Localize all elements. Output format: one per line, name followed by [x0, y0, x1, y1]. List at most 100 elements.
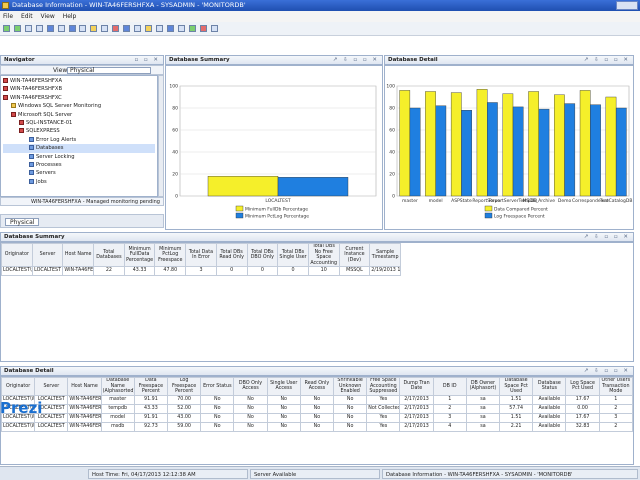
column-header[interactable]: Minimum PctLog Freespace [154, 242, 187, 268]
export-icon[interactable] [177, 25, 185, 32]
bar [564, 103, 576, 197]
save-icon[interactable] [46, 25, 54, 32]
detail-table-panel: Database Detail ↗ ⇩ ▫ ▫ ✕ Originator Serv… [0, 366, 634, 465]
column-header[interactable]: Host Name [62, 242, 95, 268]
column-header[interactable]: Sample Timestamp [369, 242, 401, 268]
tree-item[interactable]: Databases [3, 144, 155, 153]
tree-item[interactable]: SQL-INSTANCE-01 [3, 119, 155, 127]
alert-icon[interactable] [144, 25, 152, 32]
column-header[interactable]: Shrinkable Unknown Enabled [333, 377, 368, 396]
column-header[interactable]: Log Freespace Percent [167, 377, 202, 396]
navigator-footer-item[interactable]: WIN-TA46FERSHFXA - Managed monitoring pe… [0, 197, 164, 206]
tree-item[interactable]: Processes [3, 161, 155, 169]
panel-controls[interactable]: ↗ ⇩ ▫ ▫ ✕ [584, 367, 630, 376]
panel-controls[interactable]: ▫ ▫ ✕ [134, 56, 160, 65]
column-header[interactable]: Server [34, 377, 69, 396]
tree-item[interactable]: WIN-TA46FERSHFXC [3, 94, 155, 102]
column-header[interactable]: Error Status [200, 377, 235, 396]
column-header[interactable]: Other Users Transaction Mode [598, 377, 633, 396]
y-tick-label: 40 [172, 150, 178, 156]
help-icon[interactable] [210, 25, 218, 32]
tree-item[interactable]: Jobs [3, 178, 155, 186]
table-row[interactable]: LOCALTEST\WIN-TA46FERSHFXBLOCALTESTWIN-T… [1, 412, 633, 423]
column-header[interactable]: Database Status [532, 377, 567, 396]
column-header[interactable]: Total DBs Read Only [215, 242, 248, 268]
delete-icon[interactable] [199, 25, 207, 32]
y-tick-label: 100 [169, 84, 178, 90]
tree-item[interactable]: Server Locking [3, 153, 155, 161]
run-icon[interactable] [188, 25, 196, 32]
panel-controls[interactable]: ↗ ⇩ ▫ ▫ ✕ [333, 56, 379, 65]
table-cell: Available [532, 421, 567, 432]
table-cell: 43.33 [123, 266, 156, 277]
menu-edit[interactable]: Edit [21, 13, 33, 20]
table-cell: Available [532, 412, 567, 423]
tree-scrollbar[interactable] [158, 75, 164, 197]
column-header[interactable]: Minimum FullData Percentage [123, 242, 156, 268]
table-cell: 3 [432, 412, 467, 423]
menu-file[interactable]: File [3, 13, 13, 20]
column-header[interactable]: Total DBs No Free Space Accounting [307, 242, 340, 268]
tree-item[interactable]: WIN-TA46FERSHFXA [3, 77, 155, 85]
column-header[interactable]: Total Databases [93, 242, 125, 268]
search-icon[interactable] [134, 25, 142, 32]
view-select[interactable]: Physical [67, 67, 151, 74]
column-header[interactable]: Single User Access [266, 377, 301, 396]
back-icon[interactable] [3, 25, 10, 32]
table-row[interactable]: LOCALTEST\WIN-TA46FERSHFXBLOCALTESTWIN-T… [1, 421, 633, 432]
column-header[interactable]: Originator [1, 242, 33, 268]
chart-icon[interactable] [90, 25, 98, 32]
tab-physical[interactable]: Physical [5, 218, 40, 226]
column-header[interactable]: Database Space Pct Used [499, 377, 534, 396]
column-header[interactable]: Database Name (Alphasorted) [100, 377, 135, 396]
layout-icon[interactable] [166, 25, 174, 32]
y-tick-label: 0 [392, 194, 395, 200]
filter-icon[interactable] [101, 25, 109, 32]
server-icon [3, 86, 8, 92]
x-tick-label: MSDB_Archive [523, 198, 556, 204]
panel-controls[interactable]: ↗ ⇩ ▫ ▫ ✕ [584, 56, 630, 65]
table-row[interactable]: LOCALTEST\WIN-TA46FERSHFXBLOCALTESTWIN-T… [1, 394, 633, 405]
column-header[interactable]: Host Name [67, 377, 102, 396]
open-icon[interactable] [35, 25, 43, 32]
column-header[interactable]: Total Data In Error [185, 242, 217, 268]
table-row[interactable]: LOCALTEST\WIN-TA46FERSHFXBLOCALTESTWIN-T… [1, 403, 633, 414]
panel-controls[interactable]: ↗ ⇩ ▫ ▫ ✕ [584, 233, 630, 242]
new-icon[interactable] [24, 25, 32, 32]
menu-view[interactable]: View [41, 13, 55, 20]
column-header[interactable]: Log Space Pct Used [565, 377, 600, 396]
tree-item[interactable]: Error Log Alerts [3, 136, 155, 144]
refresh-icon[interactable] [123, 25, 131, 32]
tree-item[interactable]: Windows SQL Server Monitoring [3, 102, 155, 110]
table-row[interactable]: LOCALTEST\SYS: WIN-TA46FERSHFXBLOCALTEST… [1, 266, 401, 277]
column-header[interactable]: Dump Tran Date [399, 377, 434, 396]
column-header[interactable]: Current Instance (Dev) [338, 242, 371, 268]
tree-item[interactable]: Microsoft SQL Server [3, 111, 155, 119]
print-icon[interactable] [57, 25, 65, 32]
column-header[interactable]: Total DBs DBO Only [246, 242, 279, 268]
bar [450, 92, 462, 197]
table-cell: LOCALTEST [34, 421, 69, 432]
forward-icon[interactable] [13, 25, 21, 32]
table-icon[interactable] [79, 25, 87, 32]
column-header[interactable]: DBO Only Access [233, 377, 268, 396]
column-header[interactable]: Free Space Accounting Suppressed [366, 377, 401, 396]
y-tick-label: 20 [389, 172, 395, 178]
table-cell: msdb [100, 421, 135, 432]
tree-item[interactable]: WIN-TA46FERSHFXB [3, 85, 155, 93]
column-header[interactable]: DB Owner (Alphasort) [465, 377, 501, 396]
menu-help[interactable]: Help [63, 13, 77, 20]
column-header[interactable]: Server [31, 242, 64, 268]
bar [277, 177, 349, 197]
column-header[interactable]: Read Only Access [299, 377, 335, 396]
tree-item[interactable]: Servers [3, 169, 155, 177]
stop-icon[interactable] [112, 25, 120, 32]
grid-icon[interactable] [68, 25, 76, 32]
column-header[interactable]: Total DBs Single User [277, 242, 309, 268]
column-header[interactable]: Originator [1, 377, 36, 396]
settings-icon[interactable] [155, 25, 163, 32]
column-header[interactable]: DB ID [432, 377, 467, 396]
tree-item[interactable]: SQLEXPRESS [3, 127, 155, 135]
column-header[interactable]: Data Freespace Percent [133, 377, 169, 396]
window-controls[interactable] [616, 1, 638, 10]
